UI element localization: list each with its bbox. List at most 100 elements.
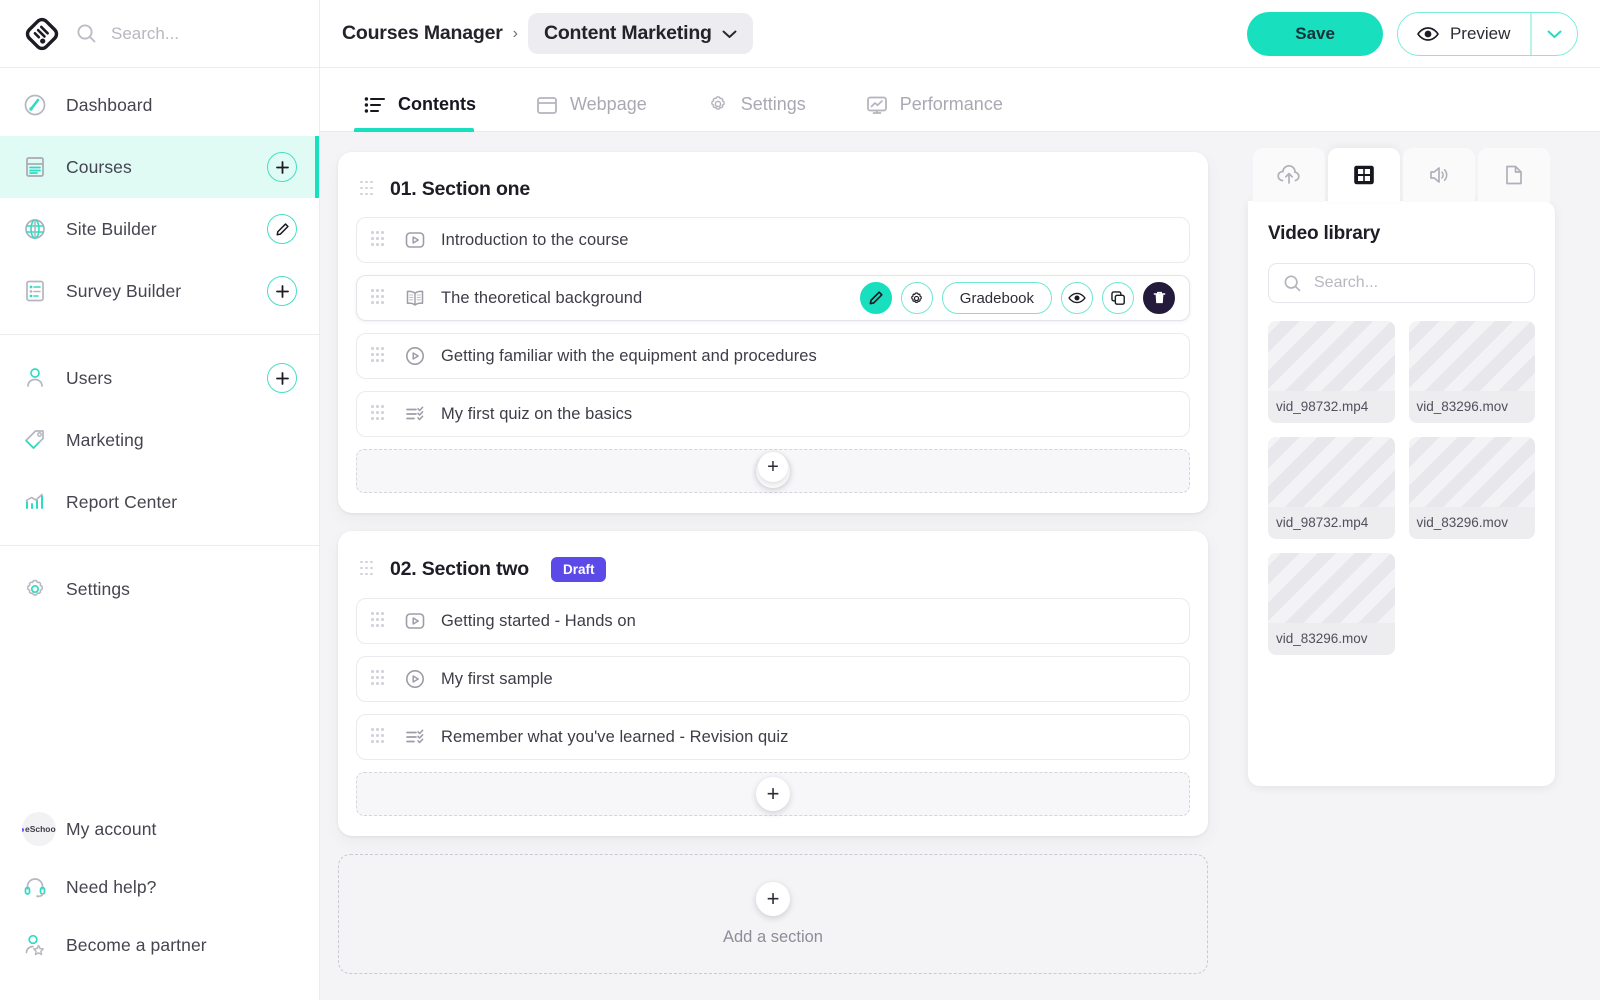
drag-handle-icon[interactable] <box>371 231 387 249</box>
add-survey-button[interactable] <box>267 276 297 306</box>
sidebar-search[interactable] <box>76 23 297 44</box>
edit-pencil-icon[interactable] <box>860 282 892 314</box>
sidebar-item-label: Dashboard <box>66 95 297 116</box>
sidebar-item-survey-builder[interactable]: Survey Builder <box>0 260 319 322</box>
content-area: 01. Section one Introduction to the cour… <box>320 132 1600 1000</box>
video-circle-icon <box>401 344 429 368</box>
preview-dropdown-toggle[interactable] <box>1532 29 1577 39</box>
eye-icon <box>1417 26 1439 42</box>
document-icon <box>1503 163 1525 187</box>
course-selector-chip[interactable]: Content Marketing <box>528 13 753 54</box>
library-tab-upload[interactable] <box>1253 148 1325 202</box>
dashboard-gauge-icon <box>22 92 66 118</box>
sidebar-item-need-help[interactable]: Need help? <box>0 858 319 916</box>
video-square-icon <box>401 228 429 252</box>
audio-speaker-icon <box>1427 164 1451 186</box>
sidebar-item-site-builder[interactable]: Site Builder <box>0 198 319 260</box>
upload-cloud-icon <box>1276 164 1302 186</box>
sidebar-item-label: Report Center <box>66 492 297 513</box>
library-tab-video[interactable] <box>1328 148 1400 202</box>
lesson-row[interactable]: Remember what you've learned - Revision … <box>356 714 1190 760</box>
headset-icon <box>22 874 66 900</box>
breadcrumb-root[interactable]: Courses Manager <box>342 22 503 45</box>
preview-button-group[interactable]: Preview <box>1397 12 1578 56</box>
drag-handle-icon[interactable] <box>371 347 387 365</box>
tab-performance[interactable]: Performance <box>856 94 1027 131</box>
drag-handle-icon[interactable] <box>371 728 387 746</box>
video-card[interactable]: vid_98732.mp4 <box>1268 321 1395 423</box>
sidebar-item-settings[interactable]: Settings <box>0 558 319 620</box>
video-card[interactable]: vid_98732.mp4 <box>1268 437 1395 539</box>
add-lesson-strip[interactable]: + <box>356 772 1190 816</box>
library-search-input[interactable] <box>1314 274 1520 292</box>
drag-handle-icon[interactable] <box>371 405 387 423</box>
tab-label: Settings <box>741 94 806 115</box>
sidebar-item-label: Need help? <box>66 877 297 898</box>
library-tab-document[interactable] <box>1478 148 1550 202</box>
tab-contents[interactable]: Contents <box>354 94 500 131</box>
drag-handle-icon[interactable] <box>371 612 387 630</box>
add-section-button[interactable]: + Add a section <box>338 854 1208 974</box>
gear-icon <box>22 576 66 602</box>
library-search[interactable] <box>1268 263 1535 303</box>
search-input[interactable] <box>111 24 297 44</box>
app-logo-icon[interactable] <box>22 14 62 54</box>
sidebar-item-report-center[interactable]: Report Center <box>0 471 319 533</box>
video-filename: vid_83296.mov <box>1409 507 1536 539</box>
save-button[interactable]: Save <box>1247 12 1383 56</box>
sidebar-item-label: Settings <box>66 579 297 600</box>
status-badge: Draft <box>551 557 607 582</box>
preview-button[interactable]: Preview <box>1398 24 1530 44</box>
lesson-settings-gear-icon[interactable] <box>901 282 933 314</box>
trash-icon[interactable] <box>1143 282 1175 314</box>
tag-icon <box>22 427 66 453</box>
lesson-row[interactable]: Getting familiar with the equipment and … <box>356 333 1190 379</box>
tab-label: Contents <box>398 94 476 115</box>
sidebar-item-courses[interactable]: Courses <box>0 136 319 198</box>
tab-label: Webpage <box>570 94 647 115</box>
lesson-title: My first sample <box>441 670 553 689</box>
drag-handle-icon[interactable] <box>371 670 387 688</box>
sidebar-item-dashboard[interactable]: Dashboard <box>0 74 319 136</box>
eye-icon[interactable] <box>1061 282 1093 314</box>
drag-handle-icon[interactable] <box>360 181 376 199</box>
video-card[interactable]: vid_83296.mov <box>1409 321 1536 423</box>
copy-icon[interactable] <box>1102 282 1134 314</box>
sidebar-item-become-a-partner[interactable]: Become a partner <box>0 916 319 974</box>
user-icon <box>22 365 66 391</box>
video-filename: vid_98732.mp4 <box>1268 507 1395 539</box>
video-filename: vid_98732.mp4 <box>1268 391 1395 423</box>
video-card[interactable]: vid_83296.mov <box>1409 437 1536 539</box>
sidebar-item-my-account[interactable]: eSchool My account <box>0 800 319 858</box>
tab-settings[interactable]: Settings <box>697 93 830 131</box>
lesson-row[interactable]: My first quiz on the basics <box>356 391 1190 437</box>
sidebar-item-marketing[interactable]: Marketing <box>0 409 319 471</box>
sidebar-item-users[interactable]: Users <box>0 347 319 409</box>
sidebar-secondary-group: Users Marketing <box>0 341 319 539</box>
add-course-button[interactable] <box>267 152 297 182</box>
insert-lesson-button[interactable]: + <box>758 452 788 482</box>
video-thumbnail <box>1409 321 1536 391</box>
drag-handle-icon[interactable] <box>371 289 387 307</box>
add-user-button[interactable] <box>267 363 297 393</box>
courses-book-icon <box>22 154 66 180</box>
sidebar-divider-2 <box>0 545 319 546</box>
tab-webpage[interactable]: Webpage <box>526 94 671 131</box>
performance-chart-icon <box>866 95 888 115</box>
gradebook-button[interactable]: Gradebook <box>942 282 1052 314</box>
lesson-row[interactable]: Getting started - Hands on <box>356 598 1190 644</box>
chevron-down-icon <box>722 29 737 39</box>
library-tab-audio[interactable] <box>1403 148 1475 202</box>
lesson-row-hovered[interactable]: The theoretical background <box>356 275 1190 321</box>
breadcrumb-separator-icon: › <box>513 25 518 43</box>
section-title: 02. Section two <box>390 558 529 581</box>
library-title: Video library <box>1268 223 1535 245</box>
plus-icon: + <box>758 452 788 482</box>
lesson-row[interactable]: Introduction to the course <box>356 217 1190 263</box>
drag-handle-icon[interactable] <box>360 561 376 579</box>
video-card[interactable]: vid_83296.mov <box>1268 553 1395 655</box>
lesson-row[interactable]: My first sample <box>356 656 1190 702</box>
lesson-title: The theoretical background <box>441 289 642 308</box>
lesson-title: Introduction to the course <box>441 231 629 250</box>
edit-site-button[interactable] <box>267 214 297 244</box>
